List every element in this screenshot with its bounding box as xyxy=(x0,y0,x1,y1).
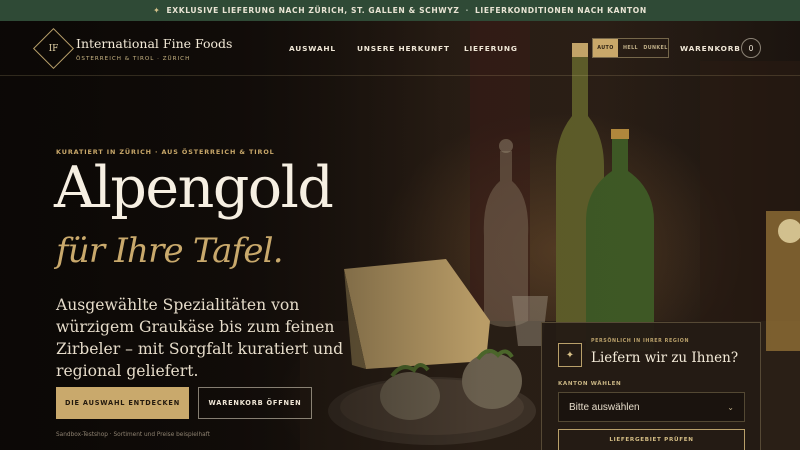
announcement-bar: ✦ EXKLUSIVE LIEFERUNG NACH ZÜRICH, ST. G… xyxy=(0,0,800,21)
card-kicker: PERSÖNLICH IN IHRER REGION xyxy=(591,339,690,344)
nav-item-auswahl[interactable]: AUSWAHL xyxy=(289,44,336,53)
brand-name[interactable]: International Fine Foods xyxy=(76,36,232,51)
check-delivery-area-button[interactable]: LIEFERGEBIET PRÜFEN xyxy=(558,429,745,450)
theme-option-auto[interactable]: AUTO xyxy=(593,39,618,57)
theme-option-dunkel[interactable]: DUNKEL xyxy=(643,39,668,57)
brand-tagline: ÖSTERREICH & TIROL · ZÜRICH xyxy=(76,56,191,62)
canton-label: KANTON WÄHLEN xyxy=(558,381,622,387)
hero-subheadline: für Ihre Tafel. xyxy=(56,231,284,271)
logo-monogram: IF xyxy=(48,43,59,54)
cart-link[interactable]: WARENKORB xyxy=(680,44,741,53)
card-title: Liefern wir zu Ihnen? xyxy=(591,350,739,366)
theme-option-hell[interactable]: HELL xyxy=(618,39,643,57)
canton-select[interactable]: Bitte auswählen ⌄ xyxy=(558,392,745,422)
sparkle-icon: ✦ xyxy=(153,6,161,15)
logo-mark[interactable]: IF xyxy=(32,27,75,70)
nav-item-lieferung[interactable]: LIEFERUNG xyxy=(464,44,518,53)
sandbox-disclaimer: Sandbox-Testshop · Sortiment und Preise … xyxy=(56,432,210,438)
discover-selection-button[interactable]: DIE AUSWAHL ENTDECKEN xyxy=(56,387,189,419)
announcement-delivery: EXKLUSIVE LIEFERUNG NACH ZÜRICH, ST. GAL… xyxy=(166,6,460,15)
hero-lead: Ausgewählte Spezialitäten von würzigem G… xyxy=(56,296,344,380)
open-cart-button[interactable]: WARENKORB ÖFFNEN xyxy=(198,387,312,419)
delivery-conditions-link[interactable]: LIEFERKONDITIONEN NACH KANTON xyxy=(475,6,647,15)
canton-select-value: Bitte auswählen xyxy=(569,401,640,413)
hero-headline: Alpengold xyxy=(54,155,334,221)
cart-count-badge[interactable]: 0 xyxy=(741,38,761,58)
delivery-check-card: ✦ PERSÖNLICH IN IHRER REGION Liefern wir… xyxy=(541,322,761,450)
announcement-separator: · xyxy=(465,6,469,15)
sparkle-icon: ✦ xyxy=(558,343,582,367)
chevron-down-icon: ⌄ xyxy=(727,402,734,412)
theme-switcher: AUTO HELL DUNKEL xyxy=(592,38,669,58)
nav-item-herkunft[interactable]: UNSERE HERKUNFT xyxy=(357,44,450,53)
